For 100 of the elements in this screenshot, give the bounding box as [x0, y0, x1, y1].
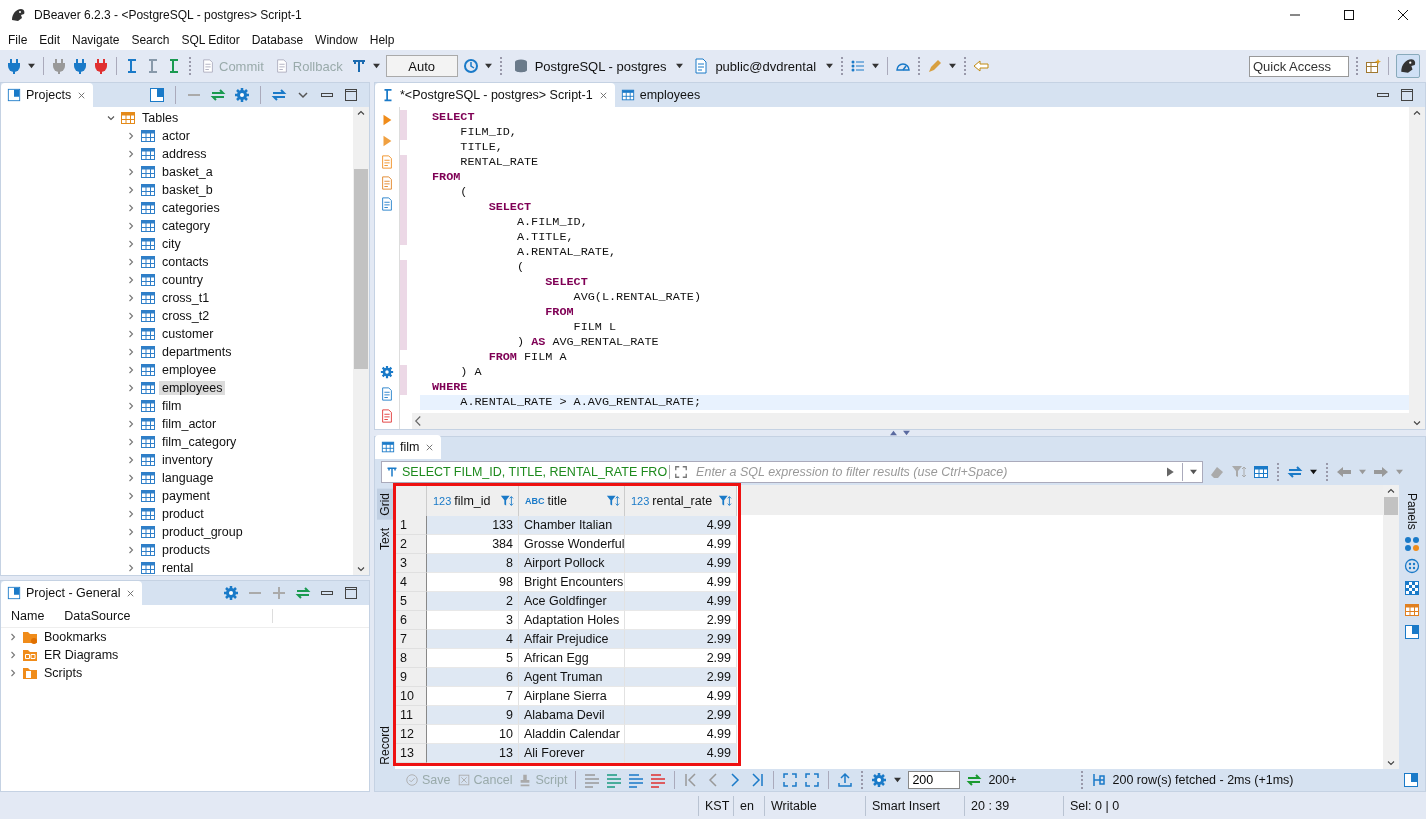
editor-tab[interactable]: employees	[614, 83, 707, 107]
page-size-field[interactable]: 200	[908, 771, 961, 789]
values-icon[interactable]	[1404, 535, 1420, 552]
filter-sort-icon[interactable]	[606, 494, 620, 508]
tree-item[interactable]: address	[159, 147, 210, 161]
history-icon[interactable]	[462, 58, 479, 74]
fetch-page-icon[interactable]	[782, 772, 799, 788]
tree-item[interactable]: employee	[159, 363, 220, 377]
connection-selector[interactable]: PostgreSQL - postgres	[508, 58, 671, 74]
caret-icon[interactable]	[483, 63, 493, 69]
checker-icon[interactable]	[1404, 579, 1420, 596]
maximize-icon[interactable]	[1399, 87, 1415, 103]
menu-item[interactable]: Help	[363, 33, 401, 47]
pin-icon[interactable]	[1090, 772, 1107, 788]
scrollbar[interactable]	[1383, 485, 1399, 769]
tree-item[interactable]: product_group	[159, 525, 246, 539]
pointer-icon[interactable]	[973, 58, 990, 74]
expand-icon[interactable]	[674, 465, 689, 479]
menu-item[interactable]: Search	[125, 33, 176, 47]
tree-item[interactable]: Scripts	[41, 666, 86, 680]
new-connection-icon[interactable]	[6, 58, 22, 74]
column-header[interactable]: 123 rental_rate	[625, 486, 737, 516]
caret-icon[interactable]	[1309, 469, 1318, 475]
scrollbar[interactable]	[412, 413, 1409, 429]
perspective-icon[interactable]	[1365, 58, 1381, 74]
grid-panel-icon[interactable]	[1404, 601, 1420, 618]
filter-icon[interactable]	[1231, 464, 1247, 480]
menu-item[interactable]: Navigate	[66, 33, 126, 47]
tree-item[interactable]: film	[159, 399, 185, 413]
delete-row-icon[interactable]	[650, 772, 667, 788]
copy-row-icon[interactable]	[628, 772, 645, 788]
result-tab[interactable]: film	[375, 435, 442, 459]
tree-item[interactable]: Tables	[139, 111, 182, 125]
menu-item[interactable]: Window	[309, 33, 364, 47]
disconnect-icon[interactable]	[93, 58, 109, 74]
tree-item[interactable]: ER Diagrams	[41, 648, 122, 662]
eraser-icon[interactable]	[1209, 464, 1225, 480]
column-header[interactable]: DataSource	[54, 609, 274, 623]
panel-icon[interactable]	[1404, 623, 1420, 640]
apply-filter-icon[interactable]	[1164, 466, 1176, 478]
schema-selector[interactable]: public@dvdrental	[689, 58, 821, 74]
tree-item[interactable]: film_actor	[159, 417, 220, 431]
settings-icon[interactable]	[380, 365, 394, 379]
menu-item[interactable]: SQL Editor	[175, 33, 246, 47]
new-folder-icon[interactable]	[149, 87, 165, 103]
tree-item[interactable]: categories	[159, 201, 223, 215]
tree-item[interactable]: contacts	[159, 255, 212, 269]
table-settings-icon[interactable]	[1253, 464, 1269, 480]
caret-icon[interactable]	[675, 63, 685, 69]
caret-icon[interactable]	[371, 63, 381, 69]
column-header[interactable]: ABC title	[519, 486, 625, 516]
scrollbar-thumb[interactable]	[354, 169, 368, 369]
view-tab[interactable]: Record	[377, 722, 393, 769]
menu-item[interactable]: Edit	[33, 33, 67, 47]
auto-commit-button[interactable]: Auto	[385, 55, 458, 77]
execute-script-icon[interactable]	[380, 155, 394, 169]
settings-icon[interactable]	[871, 772, 888, 788]
caret-icon[interactable]	[825, 63, 835, 69]
tree-item[interactable]: country	[159, 273, 206, 287]
tree-item[interactable]: products	[159, 543, 213, 557]
tree-item[interactable]: inventory	[159, 453, 216, 467]
panels-tab[interactable]: Panels	[1405, 493, 1419, 530]
quick-access-field[interactable]: Quick Access	[1249, 55, 1349, 77]
view-tab[interactable]: Grid	[377, 489, 393, 520]
tree-item[interactable]: film_category	[159, 435, 240, 449]
editor-tab[interactable]: *<PostgreSQL - postgres> Script-1	[375, 83, 615, 107]
link-icon[interactable]	[295, 585, 311, 601]
export-icon[interactable]	[380, 387, 394, 401]
transaction-mode-icon[interactable]	[350, 58, 367, 74]
dots-icon[interactable]	[1404, 557, 1420, 574]
caret-icon[interactable]	[871, 63, 881, 69]
tree-item[interactable]: basket_b	[159, 183, 216, 197]
maximize-icon[interactable]	[343, 585, 359, 601]
caret-icon[interactable]	[893, 777, 903, 783]
forward-arrow-icon[interactable]	[1373, 464, 1389, 480]
tree-item[interactable]: rental	[159, 561, 197, 575]
caret-icon[interactable]	[948, 63, 958, 69]
scrollbar[interactable]	[353, 107, 369, 575]
reconnect-icon[interactable]	[72, 58, 88, 74]
filter-field[interactable]: Enter a SQL expression to filter results (use Ctrl+Space)	[692, 461, 1160, 483]
tree-item[interactable]: payment	[159, 489, 213, 503]
refresh-icon[interactable]	[966, 772, 983, 788]
scrollbar[interactable]	[1409, 107, 1425, 429]
fetch-all-icon[interactable]	[804, 772, 821, 788]
tree-item[interactable]: cross_t1	[159, 291, 213, 305]
settings-icon[interactable]	[234, 87, 250, 103]
add-icon[interactable]	[271, 585, 287, 601]
tree-item[interactable]: actor	[159, 129, 193, 143]
view-tab[interactable]: Text	[377, 523, 393, 554]
tree-item[interactable]: basket_a	[159, 165, 216, 179]
plug-icon[interactable]	[51, 58, 67, 74]
explain-icon[interactable]	[380, 197, 394, 211]
link-icon[interactable]	[210, 87, 226, 103]
filter-sort-icon[interactable]	[718, 494, 732, 508]
list-icon[interactable]	[850, 58, 867, 74]
refresh-icon[interactable]	[271, 87, 287, 103]
export-icon[interactable]	[837, 772, 854, 788]
filter-sort-icon[interactable]	[500, 494, 514, 508]
tree-item[interactable]: employees	[159, 381, 226, 395]
maximize-icon[interactable]	[343, 87, 359, 103]
